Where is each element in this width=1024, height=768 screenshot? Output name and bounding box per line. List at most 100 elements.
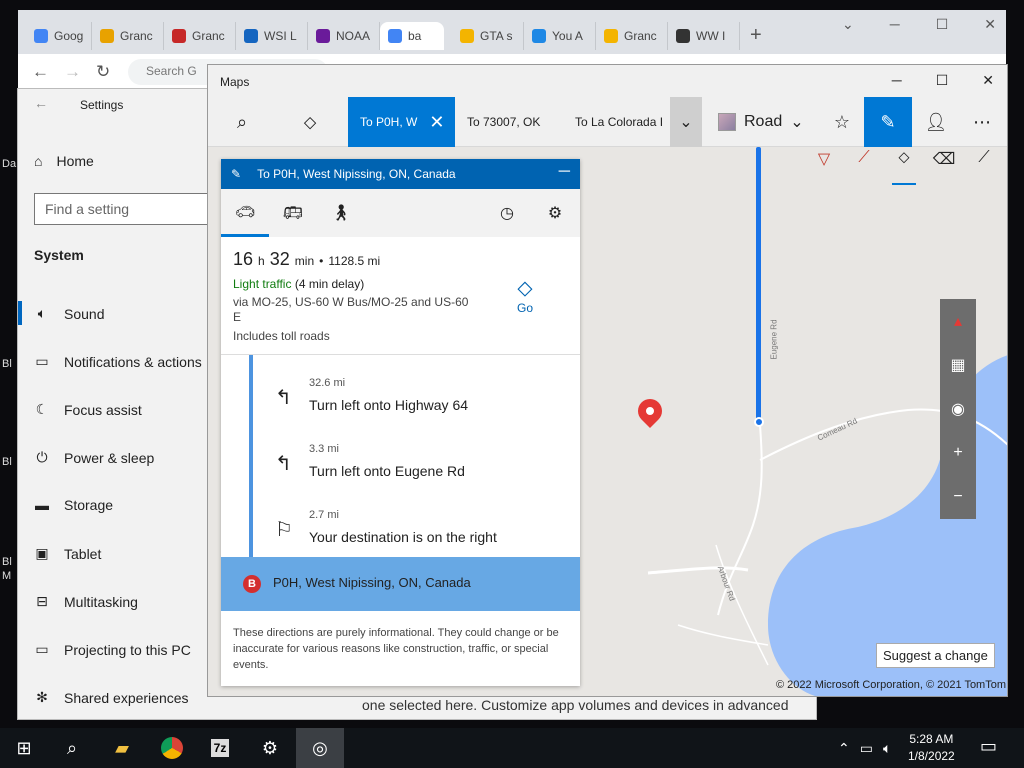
route-options-button[interactable]: ⚙ xyxy=(531,189,579,237)
browser-tab[interactable]: Granc xyxy=(92,22,164,50)
tilt-icon[interactable]: ▦ xyxy=(940,343,976,387)
desktop-icon-label[interactable]: Bl xyxy=(2,456,12,468)
find-setting-input[interactable]: Find a setting xyxy=(34,193,234,225)
search-button[interactable]: ⌕ xyxy=(216,97,268,147)
route-duration: 16 h 32 min • 1128.5 mi xyxy=(233,249,381,269)
clock[interactable]: 5:28 AM 1/8/2022 xyxy=(908,731,955,765)
zoom-in-icon[interactable]: + xyxy=(940,431,976,475)
settings-item-multitasking[interactable]: ⊟ Multitasking xyxy=(34,593,138,610)
compass-icon[interactable]: ▴ xyxy=(940,299,976,343)
chrome-button[interactable] xyxy=(148,728,196,768)
start-button[interactable]: ⊞ xyxy=(0,728,48,768)
favorites-button[interactable]: ☆ xyxy=(822,97,862,147)
ruler-icon[interactable]: ⟋ xyxy=(972,149,996,185)
new-tab-button[interactable]: + xyxy=(750,24,762,47)
search-button[interactable]: ⌕ xyxy=(48,728,96,768)
route-tab[interactable]: To 73007, OK xyxy=(455,97,559,147)
settings-item-power[interactable]: ⏻ Power & sleep xyxy=(34,449,154,466)
transit-mode-tab[interactable]: 🚌︎ xyxy=(269,189,317,237)
back-arrow-icon[interactable]: ← xyxy=(34,95,48,111)
settings-item-shared[interactable]: ✻ Shared experiences xyxy=(34,689,188,706)
go-button[interactable]: ⬦ Go xyxy=(517,275,533,315)
browser-tab[interactable]: GTA s xyxy=(452,22,524,50)
eraser-icon[interactable]: ⌫ xyxy=(932,149,956,185)
bus-icon: 🚌︎ xyxy=(282,205,304,222)
route-tab[interactable]: To La Colorada I xyxy=(563,97,670,147)
close-icon[interactable]: ✕ xyxy=(982,72,994,89)
walk-mode-tab[interactable]: 🚶︎ xyxy=(317,189,365,237)
settings-item-label: Storage xyxy=(64,497,114,513)
maps-taskbar-button[interactable]: ◎ xyxy=(296,728,344,768)
chevron-up-icon[interactable]: ⌃ xyxy=(838,740,850,757)
desktop-icon-label[interactable]: M xyxy=(2,570,11,582)
settings-item-storage[interactable]: ▬ Storage xyxy=(34,497,113,513)
directions-panel: ✎ To P0H, West Nipissing, ON, Canada ─ 🚗… xyxy=(221,159,580,686)
desktop-icon-label[interactable]: Bl xyxy=(2,556,12,568)
home-nav-item[interactable]: ⌂ Home xyxy=(34,153,94,169)
browser-tab[interactable]: WW I xyxy=(668,22,740,50)
direction-step[interactable]: ⚐ 2.7 mi Your destination is on the righ… xyxy=(221,491,580,557)
settings-item-focus-assist[interactable]: ☾ Focus assist xyxy=(34,401,142,418)
forward-icon[interactable]: → xyxy=(64,62,81,82)
reload-icon[interactable]: ↻ xyxy=(96,62,110,82)
directions-disclaimer: These directions are purely informationa… xyxy=(233,627,559,671)
volume-muted-icon[interactable]: 🔈︎ xyxy=(883,740,891,757)
account-button[interactable]: 👤︎ xyxy=(916,97,956,147)
direction-step[interactable]: ↰ 3.3 mi Turn left onto Eugene Rd xyxy=(221,425,580,491)
7zip-button[interactable]: 7z xyxy=(196,728,244,768)
browser-tab-active[interactable]: ba xyxy=(380,22,444,50)
settings-item-sound[interactable]: 🔈︎ Sound xyxy=(34,305,105,322)
settings-item-notifications[interactable]: ▭ Notifications & actions xyxy=(34,353,201,370)
gear-icon: ⚙ xyxy=(547,205,563,222)
settings-item-tablet[interactable]: ▣ Tablet xyxy=(34,545,101,562)
travel-mode-bar: 🚗︎ 🚌︎ 🚶︎ ◷ ⚙ xyxy=(221,189,580,237)
ink-button[interactable]: ✎ xyxy=(864,97,912,147)
route-dropdown-button[interactable]: ⌄ xyxy=(670,97,702,147)
shared-icon: ✻ xyxy=(36,689,48,705)
maps-window: Eugene Rd Comeau Rd Arbour Rd Maps ─ ☐ ✕… xyxy=(207,64,1008,697)
home-label: Home xyxy=(56,153,94,169)
browser-tab[interactable]: Goog xyxy=(26,22,92,50)
close-icon[interactable]: ✕ xyxy=(984,16,996,33)
zoom-out-icon[interactable]: − xyxy=(940,475,976,519)
drive-mode-tab[interactable]: 🚗︎ xyxy=(221,189,269,237)
measure-icon[interactable]: ⟋ xyxy=(852,149,876,185)
minimize-icon[interactable]: ─ xyxy=(890,16,900,33)
direction-step[interactable]: ↰ 32.6 mi Turn left onto Highway 64 xyxy=(221,359,580,425)
browser-tab[interactable]: WSI L xyxy=(236,22,308,50)
directions-button[interactable]: ⬦ xyxy=(284,97,336,147)
browser-tab[interactable]: You A xyxy=(524,22,596,50)
route-summary[interactable]: 16 h 32 min • 1128.5 mi Light traffic (4… xyxy=(221,237,580,355)
depart-time-button[interactable]: ◷ xyxy=(483,189,531,237)
desktop-icon-label[interactable]: Bl xyxy=(2,358,12,370)
tab-search-chevron-icon[interactable]: ⌄ xyxy=(842,16,854,33)
browser-tab[interactable]: Granc xyxy=(596,22,668,50)
draw-route-icon[interactable]: ⬦ xyxy=(892,149,916,185)
route-tab-active[interactable]: To P0H, W ✕ xyxy=(348,97,455,147)
settings-taskbar-button[interactable]: ⚙ xyxy=(246,728,294,768)
edit-icon[interactable]: ✎ xyxy=(231,167,241,181)
directions-icon: ⬦ xyxy=(303,111,317,132)
more-button[interactable]: ⋯ xyxy=(962,97,1002,147)
notification-center-icon[interactable]: ▭ xyxy=(980,736,997,757)
destination-row[interactable]: B P0H, West Nipissing, ON, Canada xyxy=(221,557,580,611)
desktop-icon-label[interactable]: Da xyxy=(2,158,16,170)
network-icon[interactable]: ▭ xyxy=(860,740,873,757)
suggest-change-button[interactable]: Suggest a change xyxy=(876,643,995,668)
road-label: Eugene Rd xyxy=(769,319,779,360)
close-route-icon[interactable]: ✕ xyxy=(429,112,444,133)
file-explorer-button[interactable]: ▰ xyxy=(98,728,146,768)
browser-tab[interactable]: NOAA xyxy=(308,22,380,50)
notification-icon: ▭ xyxy=(35,353,49,369)
settings-item-label: Focus assist xyxy=(64,401,142,418)
back-icon[interactable]: ← xyxy=(32,62,49,82)
collapse-icon[interactable]: ─ xyxy=(559,163,570,181)
settings-item-projecting[interactable]: ▭ Projecting to this PC xyxy=(34,641,190,658)
map-view-selector[interactable]: Road ⌄ xyxy=(718,97,804,147)
minimize-icon[interactable]: ─ xyxy=(892,72,902,89)
locate-me-icon[interactable]: ◉ xyxy=(940,387,976,431)
maximize-icon[interactable]: ☐ xyxy=(936,16,949,33)
browser-tab[interactable]: Granc xyxy=(164,22,236,50)
maximize-icon[interactable]: ☐ xyxy=(936,72,949,89)
ballpoint-pen-icon[interactable]: ▽ xyxy=(812,149,836,185)
